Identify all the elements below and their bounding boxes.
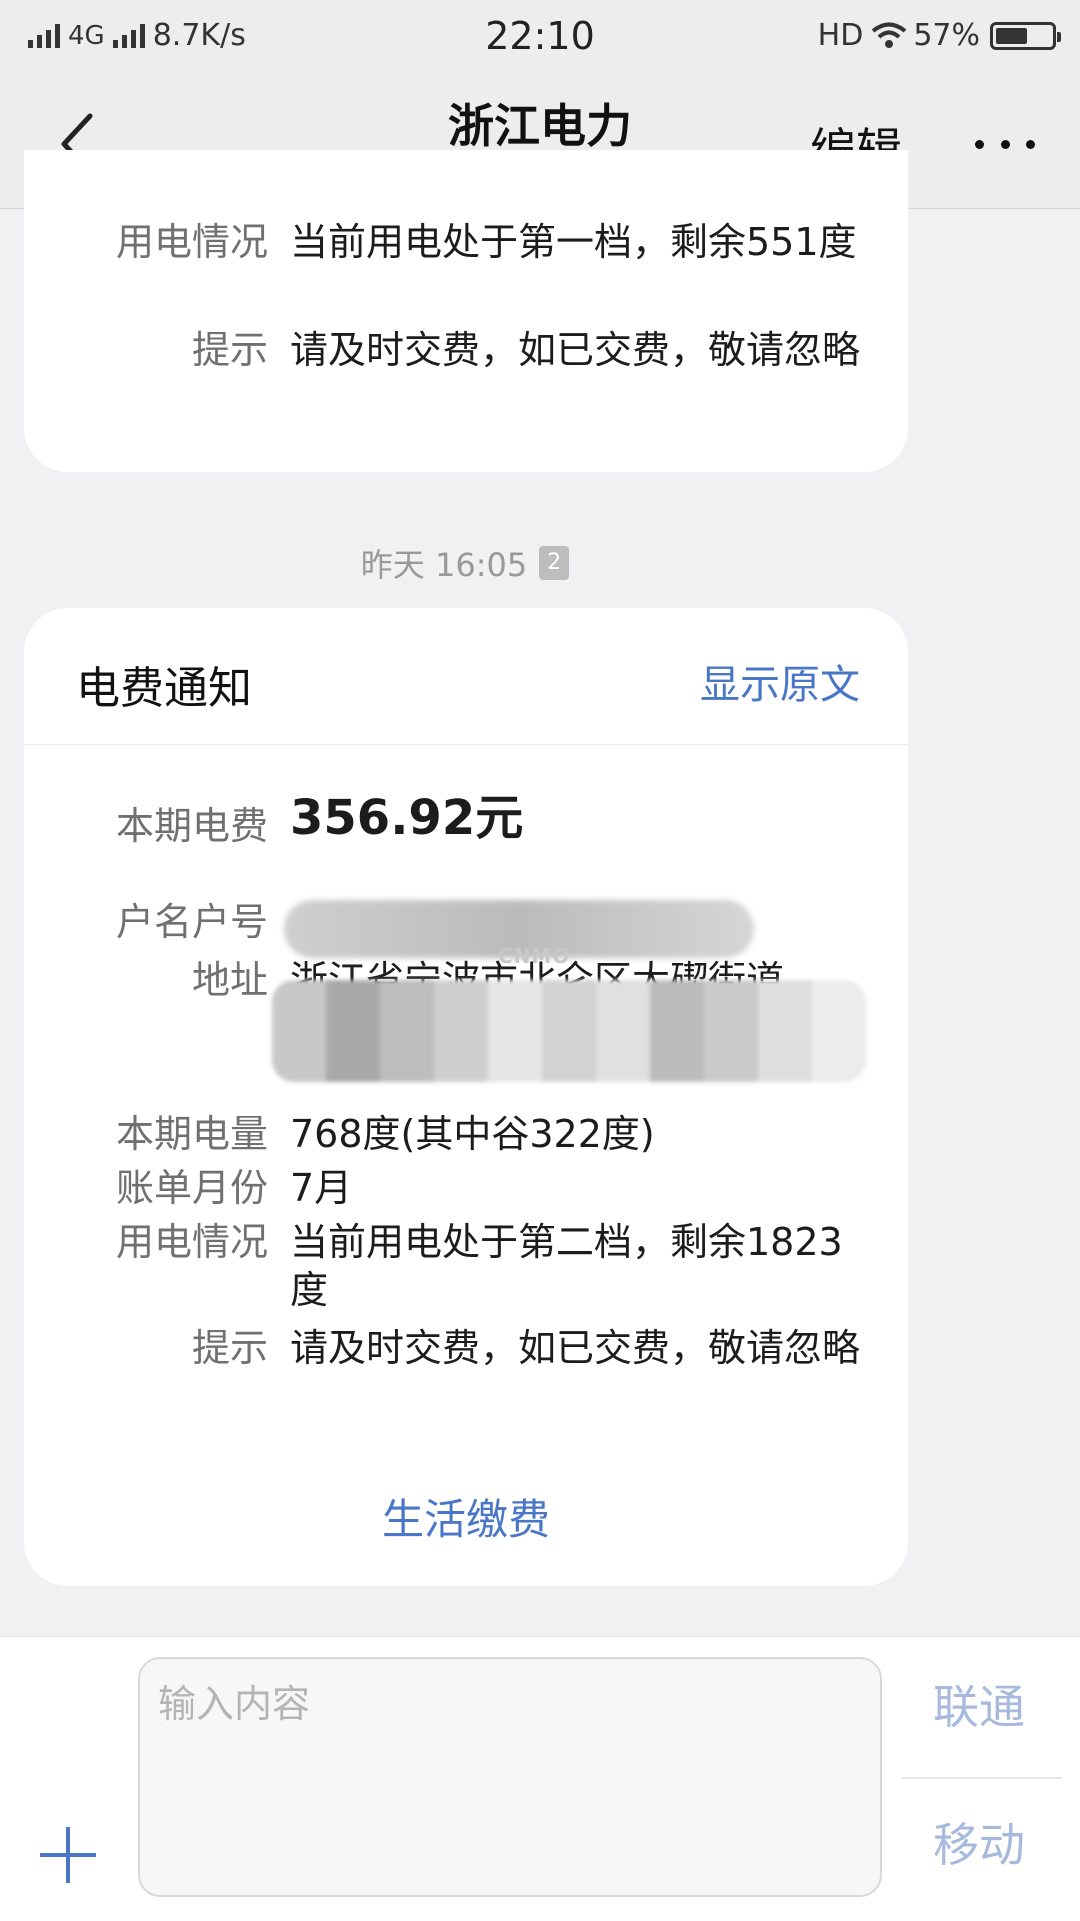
usage-key: 本期电量 [115,1112,268,1156]
send-via-unicom-button[interactable]: 联通 [904,1671,1054,1737]
message-composer: 联通 移动 [0,1636,1080,1921]
redacted-address [272,980,866,1082]
status-value: 当前用电处于第二档，剩余1823度 [290,1220,843,1312]
tip-key: 提示 [191,1326,268,1370]
row-key: 提示 [191,328,268,372]
battery-icon [990,21,1061,50]
more-icon[interactable] [975,114,1035,174]
address-key: 地址 [191,958,268,1002]
wifi-icon [871,22,907,50]
amount-key: 本期电费 [115,804,268,848]
row-value: 当前用电处于第一档，剩余551度 [290,220,857,264]
usage-value: 768度(其中谷322度) [290,1112,655,1156]
message-input-box[interactable] [138,1657,882,1897]
status-right: HD 57% [817,18,1061,53]
battery-percent: 57% [913,18,980,53]
contact-name: 浙江电力 [448,99,632,153]
card-title: 电费通知 [76,663,252,714]
tip-value: 请及时交费，如已交费，敬请忽略 [290,1326,861,1370]
month-key: 账单月份 [115,1166,268,1210]
divider [902,1777,1062,1779]
status-bar: 4G 8.7K/s 22:10 HD 57% [0,0,1080,76]
timestamp-text: 昨天 16:05 [360,546,528,584]
show-original-link[interactable]: 显示原文 [700,652,860,710]
message-input[interactable] [156,1671,860,1875]
month-value: 7月 [290,1166,353,1210]
row-key: 用电情况 [115,220,268,264]
plus-icon[interactable] [40,1827,96,1883]
status-key: 用电情况 [115,1220,268,1264]
sim-card-icon: 2 [539,546,570,580]
account-key: 户名户号 [115,900,268,944]
card-header: 电费通知 显示原文 [24,608,908,745]
bill-notification-card[interactable]: 电费通知 显示原文 本期电费 356.92元 户名户号 CNMO 地址 浙江省宁… [24,608,908,1586]
send-via-mobile-button[interactable]: 移动 [904,1809,1054,1875]
hd-label: HD [817,18,864,53]
bill-amount: 356.92元 [290,790,524,846]
message-timestamp: 昨天 16:05 2 [0,540,930,586]
row-value: 请及时交费，如已交费，敬请忽略 [290,328,861,372]
previous-message-card: 用电情况 当前用电处于第一档，剩余551度 提示 请及时交费，如已交费，敬请忽略 [24,150,908,472]
life-payment-link[interactable]: 生活缴费 [24,1486,908,1547]
